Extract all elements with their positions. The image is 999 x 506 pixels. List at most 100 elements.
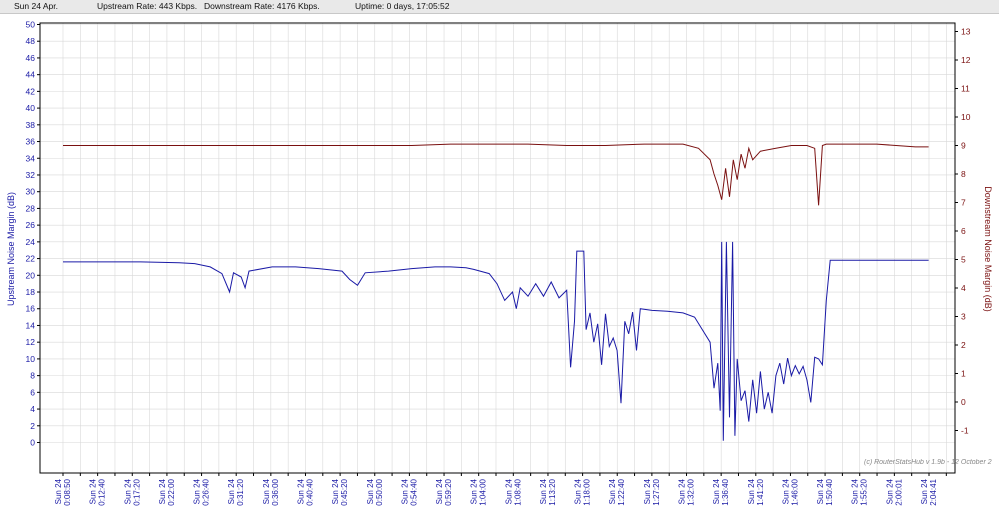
x-tick-time: 20:40:40	[305, 478, 314, 506]
right-tick-label: 12	[961, 55, 971, 65]
right-tick-label: 8	[961, 169, 966, 179]
x-tick-label: Sun 24 21:36:40	[712, 478, 730, 506]
left-tick-label: 48	[26, 36, 36, 46]
x-tick-date: Sun 24	[435, 478, 444, 504]
x-tick-date: Sun 24	[54, 478, 63, 504]
x-tick-time: 20:17:20	[132, 478, 141, 506]
left-tick-label: 16	[26, 304, 36, 314]
x-tick-date: Sun 24	[296, 478, 305, 504]
right-tick-label: 2	[961, 340, 966, 350]
x-tick-label: Sun 24 20:36:00	[262, 478, 280, 506]
y-axis-left-label: Upstream Noise Margin (dB)	[6, 192, 16, 306]
right-tick-label: 5	[961, 255, 966, 265]
left-tick-label: 14	[26, 320, 36, 330]
x-tick-time: 22:00:01	[894, 478, 903, 506]
x-tick-label: Sun 24 22:00:01	[885, 478, 903, 506]
left-axis: 0246810121416182022242628303234363840424…	[26, 20, 40, 448]
right-tick-label: 11	[961, 84, 970, 94]
x-tick-label: Sun 24 20:31:20	[227, 478, 245, 506]
left-tick-label: 46	[26, 53, 36, 63]
x-tick-time: 21:50:40	[825, 478, 834, 506]
x-tick-label: Sun 24 21:50:40	[816, 478, 834, 506]
x-tick-date: Sun 24	[193, 478, 202, 504]
x-tick-label: Sun 24 21:18:00	[574, 478, 592, 506]
left-tick-label: 2	[30, 421, 35, 431]
x-tick-date: Sun 24	[123, 478, 132, 504]
left-tick-label: 20	[26, 270, 36, 280]
left-tick-label: 12	[26, 337, 36, 347]
x-tick-date: Sun 24	[747, 478, 756, 504]
x-tick-time: 20:26:40	[202, 478, 211, 506]
right-tick-label: 7	[961, 198, 966, 208]
x-tick-time: 21:41:20	[756, 478, 765, 506]
right-tick-label: 4	[961, 283, 966, 293]
right-tick-label: 6	[961, 226, 966, 236]
x-tick-label: Sun 24 20:54:40	[400, 478, 418, 506]
x-tick-label: Sun 24 20:50:00	[366, 478, 384, 506]
x-tick-time: 21:46:00	[790, 478, 799, 506]
x-tick-date: Sun 24	[608, 478, 617, 504]
left-tick-label: 44	[26, 70, 36, 80]
copyright-text: (c) RouterStatsHub v 1.9b - 12 October 2	[864, 459, 992, 466]
x-tick-time: 20:45:20	[340, 478, 349, 506]
x-tick-date: Sun 24	[400, 478, 409, 504]
x-tick-time: 21:04:00	[479, 478, 488, 506]
left-tick-label: 10	[26, 354, 36, 364]
left-tick-label: 6	[30, 387, 35, 397]
x-tick-time: 20:31:20	[236, 478, 245, 506]
x-tick-label: Sun 24 20:45:20	[331, 478, 349, 506]
left-tick-label: 18	[26, 287, 36, 297]
x-tick-label: Sun 24 20:12:40	[89, 478, 107, 506]
x-tick-label: Sun 24 21:27:20	[643, 478, 661, 506]
left-tick-label: 22	[26, 254, 36, 264]
left-tick-label: 40	[26, 103, 36, 113]
right-tick-label: 9	[961, 141, 966, 151]
x-tick-label: Sun 24 21:46:00	[781, 478, 799, 506]
x-tick-date: Sun 24	[920, 478, 929, 504]
x-tick-time: 20:08:50	[63, 478, 72, 506]
x-tick-date: Sun 24	[158, 478, 167, 504]
x-tick-date: Sun 24	[781, 478, 790, 504]
right-tick-label: -1	[961, 426, 969, 436]
right-tick-label: 10	[961, 112, 971, 122]
left-tick-label: 0	[30, 438, 35, 448]
x-tick-label: Sun 24 21:22:40	[608, 478, 626, 506]
x-tick-date: Sun 24	[885, 478, 894, 504]
right-tick-label: 13	[961, 27, 971, 37]
y-axis-right-label: Downstream Noise Margin (dB)	[983, 186, 993, 312]
x-tick-label: Sun 24 21:04:00	[470, 478, 488, 506]
x-tick-time: 20:54:40	[409, 478, 418, 506]
x-tick-date: Sun 24	[816, 478, 825, 504]
x-tick-time: 21:27:20	[652, 478, 661, 506]
right-tick-label: 3	[961, 312, 966, 322]
left-tick-label: 4	[30, 404, 35, 414]
x-tick-time: 20:12:40	[98, 478, 107, 506]
x-tick-time: 22:04:41	[929, 478, 938, 506]
x-tick-date: Sun 24	[366, 478, 375, 504]
left-tick-label: 50	[26, 20, 36, 30]
left-tick-label: 32	[26, 170, 36, 180]
x-tick-label: Sun 24 21:55:20	[851, 478, 869, 506]
x-tick-time: 21:08:40	[513, 478, 522, 506]
x-tick-time: 21:32:00	[687, 478, 696, 506]
x-tick-label: Sun 24 20:17:20	[123, 478, 141, 506]
noise-margin-chart: 0246810121416182022242628303234363840424…	[6, 20, 993, 506]
status-bar: Sun 24 Apr. Upstream Rate: 443 Kbps. Dow…	[0, 0, 999, 14]
x-tick-date: Sun 24	[227, 478, 236, 504]
date-label: Sun 24 Apr.	[14, 1, 58, 11]
x-tick-date: Sun 24	[643, 478, 652, 504]
x-tick-date: Sun 24	[262, 478, 271, 504]
x-tick-label: Sun 24 20:40:40	[296, 478, 314, 506]
left-tick-label: 24	[26, 237, 36, 247]
x-tick-date: Sun 24	[678, 478, 687, 504]
x-tick-label: Sun 24 20:26:40	[193, 478, 211, 506]
right-axis: -1012345678910111213	[955, 27, 971, 436]
x-tick-time: 21:55:20	[860, 478, 869, 506]
x-tick-date: Sun 24	[574, 478, 583, 504]
x-tick-label: Sun 24 20:08:50	[54, 478, 72, 506]
left-tick-label: 28	[26, 203, 36, 213]
x-tick-time: 20:22:00	[167, 478, 176, 506]
x-tick-date: Sun 24	[89, 478, 98, 504]
downstream-rate: Downstream Rate: 4176 Kbps.	[204, 1, 320, 11]
right-tick-label: 0	[961, 397, 966, 407]
